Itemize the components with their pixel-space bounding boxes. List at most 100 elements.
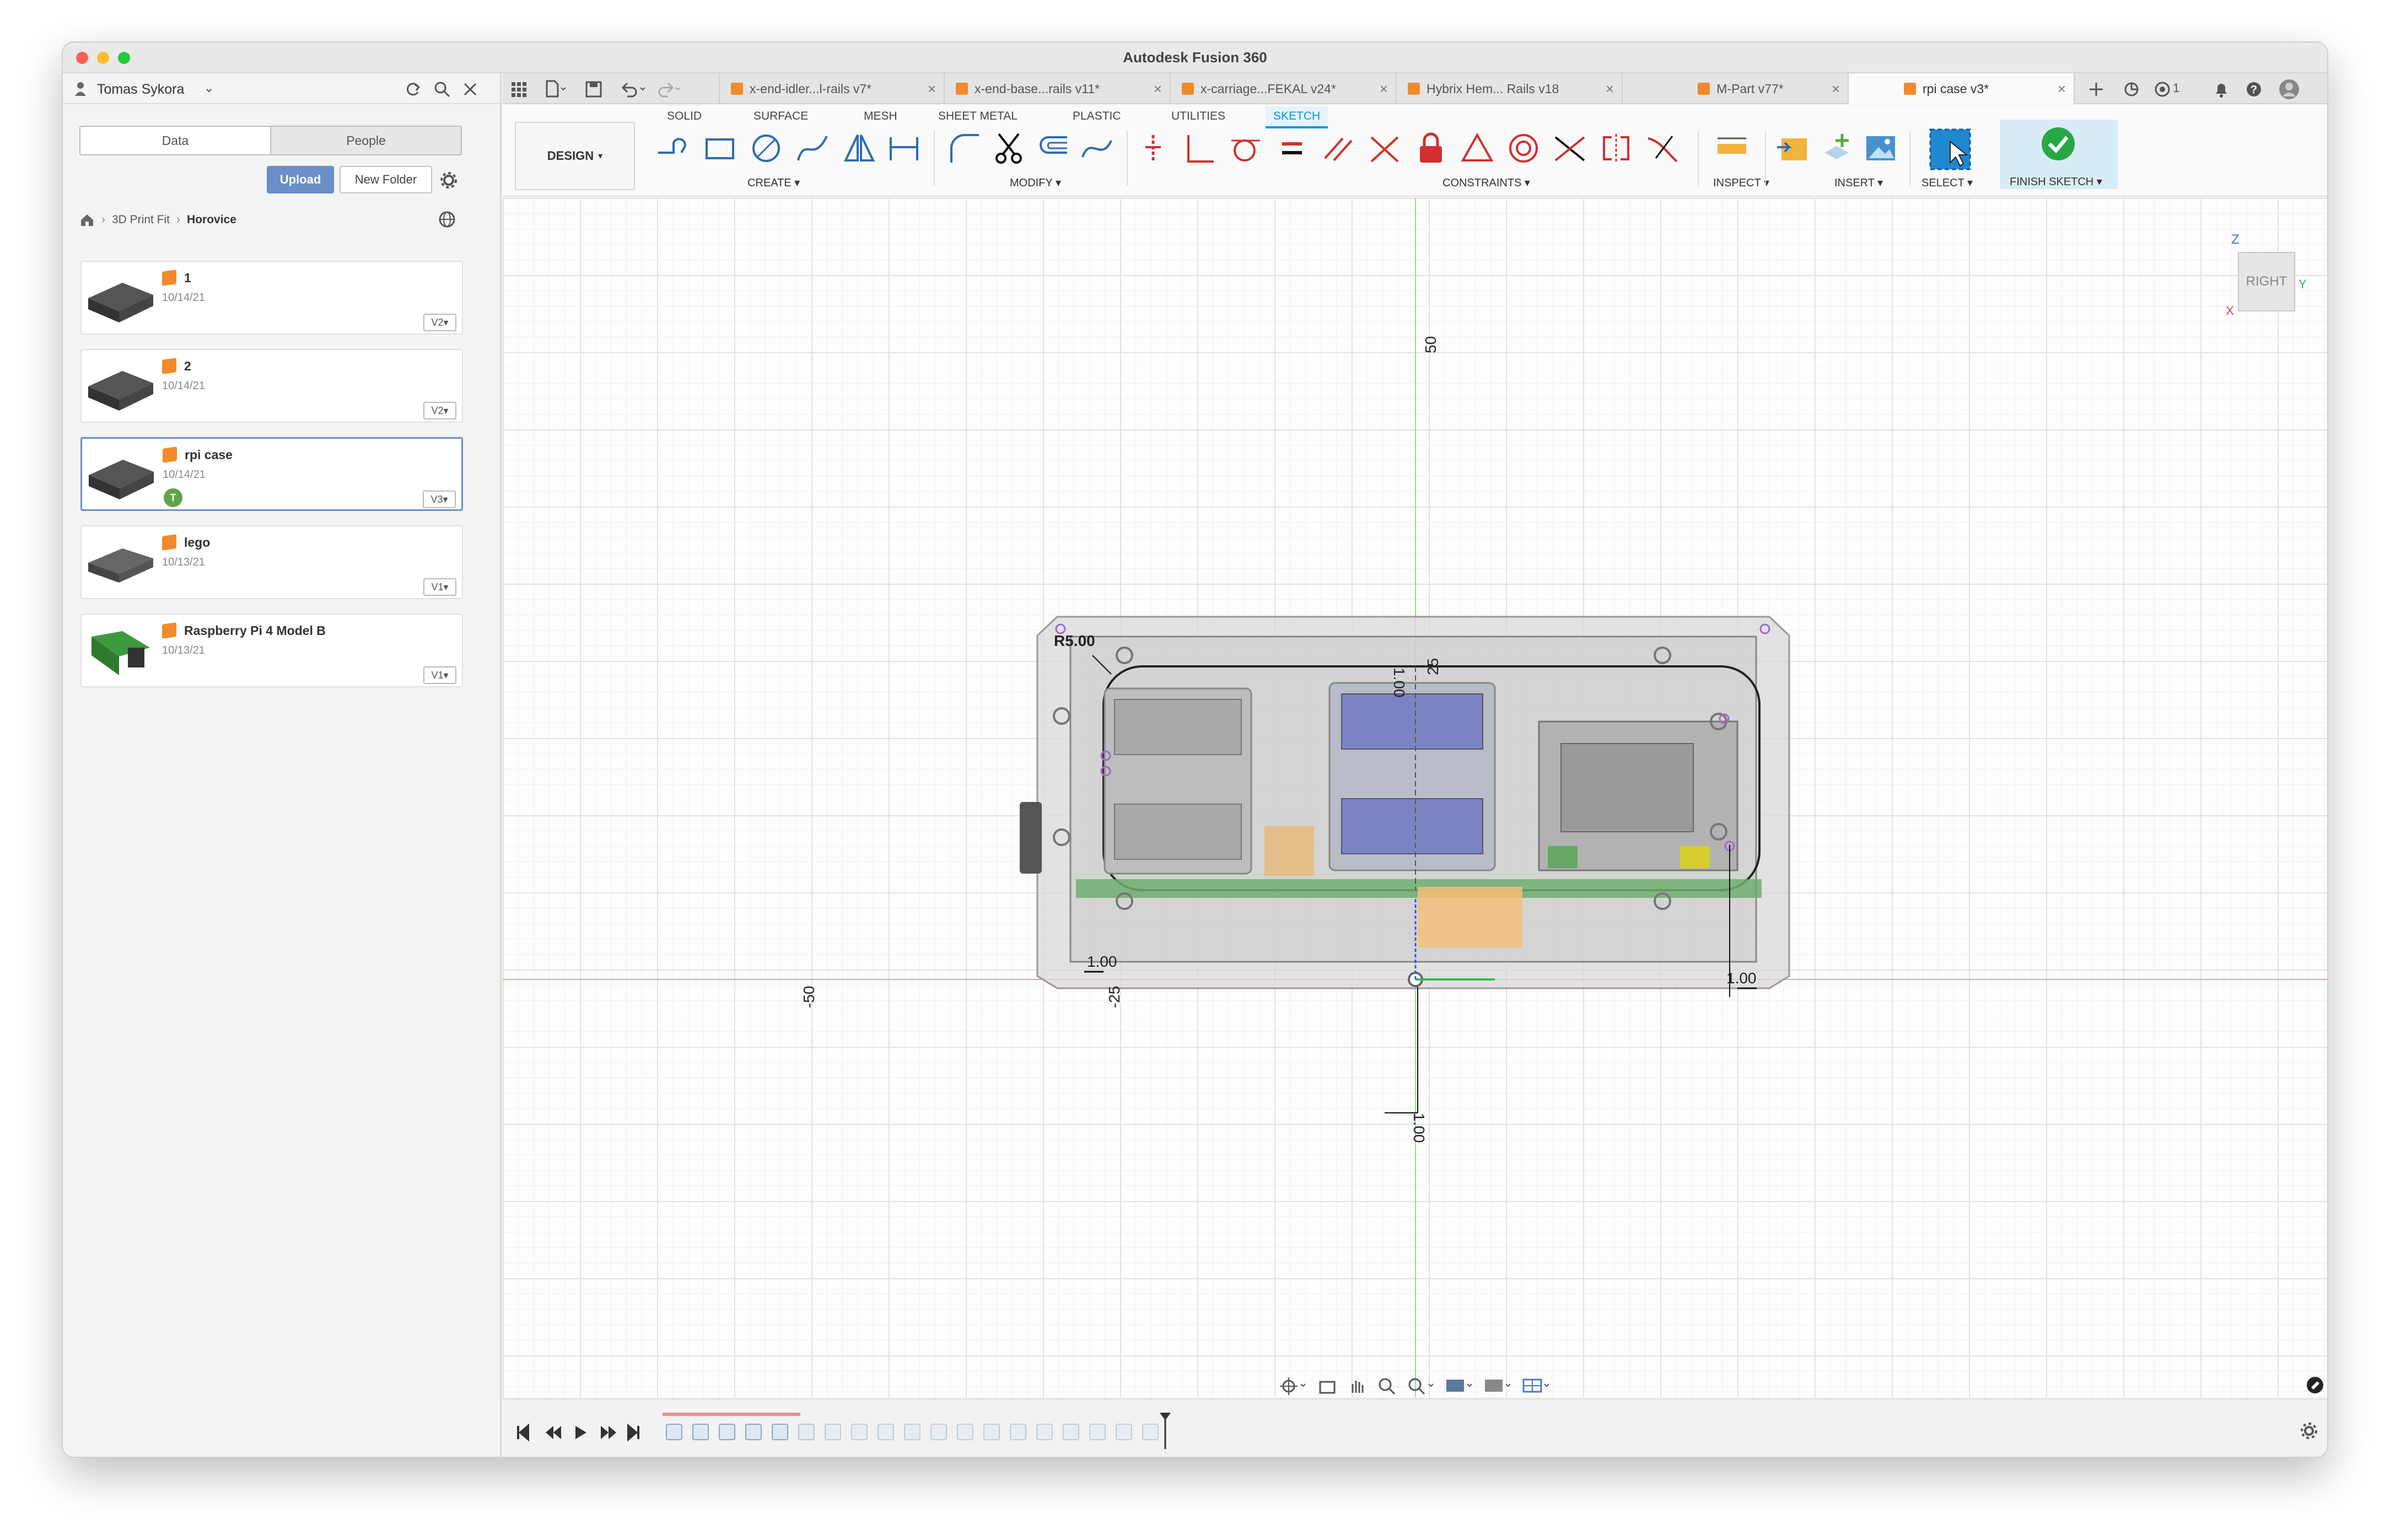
close-tab-icon[interactable]: × <box>1606 80 1614 98</box>
spline-icon[interactable] <box>795 131 830 166</box>
perpendicular-icon[interactable] <box>1182 131 1217 166</box>
measure-icon[interactable] <box>1714 131 1750 166</box>
select-menu[interactable]: SELECT ▾ <box>1921 176 1973 190</box>
tab-data[interactable]: Data <box>80 127 271 154</box>
list-item[interactable]: 1 10/14/21 V2 ▾ <box>80 261 463 335</box>
version-select[interactable]: V3 ▾ <box>423 491 456 508</box>
redo-icon[interactable] <box>656 81 683 98</box>
app-grid-icon[interactable] <box>510 81 527 98</box>
version-select[interactable]: V1 ▾ <box>423 666 456 684</box>
display-settings-icon[interactable] <box>1445 1376 1474 1396</box>
mirror-icon[interactable] <box>841 131 876 166</box>
dimension-left[interactable]: 1.00 <box>1087 953 1117 971</box>
close-tab-icon[interactable]: × <box>1832 80 1840 98</box>
coincident-icon[interactable] <box>1135 131 1171 166</box>
zoom-icon[interactable] <box>1377 1376 1397 1396</box>
chevron-down-icon[interactable]: ⌄ <box>203 80 214 96</box>
close-tab-icon[interactable]: × <box>1380 80 1388 98</box>
timeline-settings-icon[interactable] <box>2300 1421 2318 1440</box>
bell-icon[interactable] <box>2214 81 2229 98</box>
home-icon[interactable] <box>79 213 95 227</box>
tab-sheet-metal[interactable]: SHEET METAL <box>938 110 1018 123</box>
radius-dimension[interactable]: R5.00 <box>1054 632 1095 650</box>
dimension-top[interactable]: 1.00 <box>1390 667 1408 698</box>
help-icon[interactable]: ? <box>2246 81 2262 98</box>
dimension-right[interactable]: 1.00 <box>1726 970 1757 987</box>
dimension-bottom[interactable]: 1.00 <box>1410 1113 1428 1143</box>
document-tab[interactable]: x-carriage...FEKAL v24* × <box>1171 73 1397 104</box>
sketch-canvas[interactable]: 50 -50 -25 25 R5.00 1.00 1.00 1.00 1.00 … <box>503 198 2327 1397</box>
document-tab[interactable]: Hybrix Hem... Rails v18 × <box>1397 73 1623 104</box>
user-name[interactable]: Tomas Sykora <box>97 82 184 98</box>
concentric-icon[interactable] <box>1506 131 1541 166</box>
zoom-window-icon[interactable] <box>1407 1376 1435 1396</box>
gear-icon[interactable] <box>440 171 457 189</box>
parallel-icon[interactable] <box>1321 131 1356 166</box>
tab-people[interactable]: People <box>271 127 461 154</box>
insert-menu[interactable]: INSERT ▾ <box>1834 176 1883 190</box>
close-icon[interactable] <box>463 82 477 96</box>
zoom-window-button[interactable] <box>118 52 130 64</box>
timeline-feature-icon[interactable] <box>878 1424 894 1440</box>
tab-utilities[interactable]: UTILITIES <box>1171 110 1225 123</box>
timeline-marker[interactable] <box>1159 1412 1172 1450</box>
version-select[interactable]: V2 ▾ <box>423 402 456 419</box>
list-item[interactable]: Raspberry Pi 4 Model B 10/13/21 V1 ▾ <box>80 613 463 687</box>
timeline-feature-icon[interactable] <box>798 1424 815 1440</box>
job-status-icon[interactable] <box>2154 81 2171 98</box>
timeline-feature-icon[interactable] <box>772 1424 788 1440</box>
tab-solid[interactable]: SOLID <box>667 110 702 123</box>
list-item[interactable]: rpi case 10/14/21 T V3 ▾ <box>80 437 463 511</box>
symmetry-icon[interactable] <box>1598 131 1634 166</box>
document-tab[interactable]: x-end-idler...l-rails v7* × <box>719 73 945 104</box>
select-icon[interactable] <box>1928 127 1972 171</box>
look-at-icon[interactable] <box>1317 1376 1337 1396</box>
new-tab-icon[interactable] <box>2088 81 2104 98</box>
minimize-window-button[interactable] <box>97 52 109 64</box>
curvature-icon[interactable] <box>1645 131 1680 166</box>
extensions-icon[interactable] <box>2123 81 2140 98</box>
constraints-menu[interactable]: CONSTRAINTS ▾ <box>1442 176 1530 190</box>
timeline-feature-icon[interactable] <box>851 1424 868 1440</box>
line-icon[interactable] <box>655 131 690 166</box>
timeline-feature-icon[interactable] <box>1089 1424 1106 1440</box>
list-item[interactable]: lego 10/13/21 V1 ▾ <box>80 525 463 599</box>
version-select[interactable]: V1 ▾ <box>423 578 456 596</box>
search-icon[interactable] <box>434 81 450 98</box>
trim-icon[interactable] <box>991 131 1026 166</box>
list-item[interactable]: 2 10/14/21 V2 ▾ <box>80 349 463 423</box>
timeline-feature-icon[interactable] <box>666 1424 682 1440</box>
close-tab-icon[interactable]: × <box>928 80 936 98</box>
tangent-icon[interactable] <box>1228 131 1263 166</box>
timeline-feature-icon[interactable] <box>930 1424 947 1440</box>
close-tab-icon[interactable]: × <box>2058 80 2066 98</box>
finish-sketch-button[interactable]: FINISH SKETCH ▾ <box>2000 120 2118 189</box>
inspect-menu[interactable]: INSPECT ▾ <box>1713 176 1769 190</box>
close-window-button[interactable] <box>76 52 88 64</box>
midpoint-icon[interactable] <box>1552 131 1587 166</box>
document-tab[interactable]: x-end-base...rails v11* × <box>945 73 1171 104</box>
insert-svg-icon[interactable] <box>1775 131 1810 166</box>
viewports-icon[interactable] <box>1522 1376 1551 1396</box>
version-select[interactable]: V2 ▾ <box>423 314 456 331</box>
insert-component-icon[interactable] <box>1819 131 1854 166</box>
workspace-switcher[interactable]: DESIGN ▾ <box>515 122 635 190</box>
save-icon[interactable] <box>585 81 602 98</box>
modify-menu[interactable]: MODIFY ▾ <box>1010 176 1061 190</box>
undo-icon[interactable] <box>621 81 648 98</box>
triangle-constraint-icon[interactable] <box>1460 131 1495 166</box>
viewcube[interactable]: Z RIGHT Y X <box>2226 232 2307 317</box>
document-tab[interactable]: M-Part v77* × <box>1623 73 1849 104</box>
upload-button[interactable]: Upload <box>267 166 334 193</box>
circle-icon[interactable] <box>749 131 784 166</box>
grid-snap-icon[interactable] <box>1484 1376 1512 1396</box>
timeline-feature-icon[interactable] <box>1116 1424 1132 1440</box>
extend-icon[interactable] <box>1079 131 1115 166</box>
new-folder-button[interactable]: New Folder <box>340 166 432 193</box>
equal-icon[interactable] <box>1274 131 1310 166</box>
avatar[interactable] <box>2279 79 2300 100</box>
timeline-feature-icon[interactable] <box>904 1424 921 1440</box>
timeline-feature-icon[interactable] <box>957 1424 973 1440</box>
breadcrumb-item[interactable]: 3D Print Fit <box>112 213 170 227</box>
rectangle-icon[interactable] <box>702 131 738 166</box>
